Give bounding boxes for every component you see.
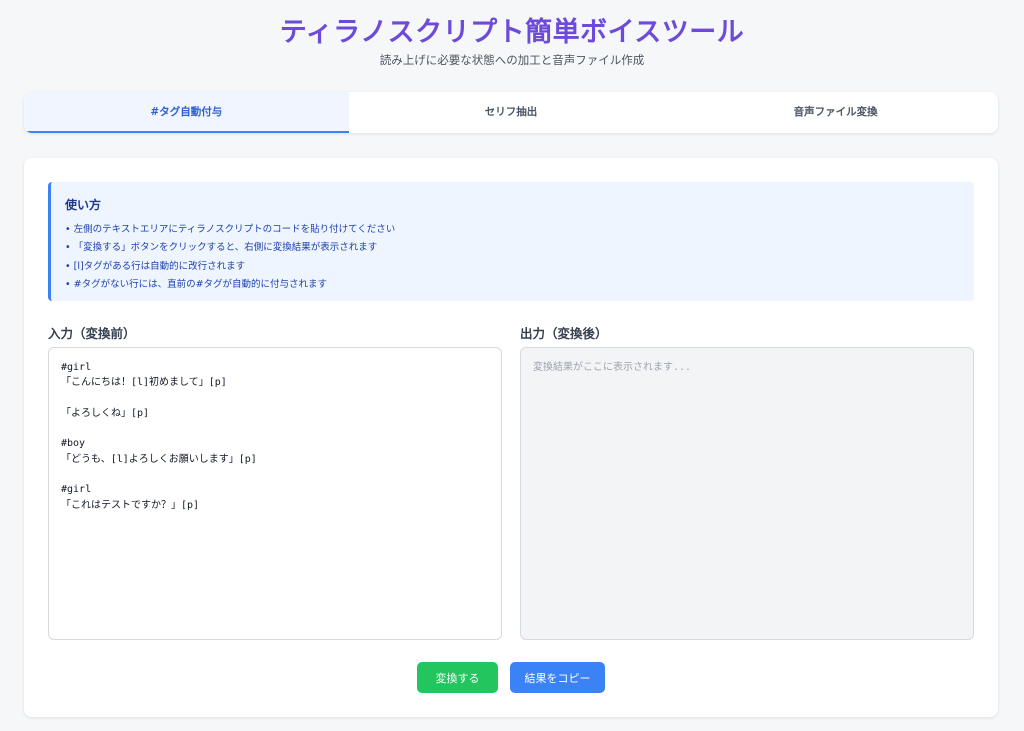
howto-item: • #タグがない行には、直前の#タグが自動的に付与されます xyxy=(65,278,328,290)
howto-item: • [l]タグがある行は自動的に改行されます xyxy=(65,260,246,272)
tab-auto-tag[interactable]: #タグ自動付与 xyxy=(24,92,349,133)
main-card: 使い方 • 左側のテキストエリアにティラノスクリプトのコードを貼り付けてください… xyxy=(24,158,998,717)
page-subtitle: 読み上げに必要な状態への加工と音声ファイル作成 xyxy=(379,53,645,67)
howto-title: 使い方 xyxy=(65,198,102,212)
input-textarea[interactable] xyxy=(48,347,502,640)
output-label: 出力（変換後） xyxy=(520,326,608,341)
input-label: 入力（変換前） xyxy=(48,326,136,341)
tab-bar: #タグ自動付与 セリフ抽出 音声ファイル変換 xyxy=(24,92,998,133)
tab-extract-lines[interactable]: セリフ抽出 xyxy=(349,92,674,133)
page-title: ティラノスクリプト簡単ボイスツール xyxy=(279,17,745,48)
tab-audio-convert[interactable]: 音声ファイル変換 xyxy=(673,92,998,133)
howto-list: • 左側のテキストエリアにティラノスクリプトのコードを貼り付けてください • 「… xyxy=(65,221,974,294)
convert-button[interactable]: 変換する xyxy=(417,662,498,693)
howto-item: • 左側のテキストエリアにティラノスクリプトのコードを貼り付けてください xyxy=(65,224,396,235)
output-textarea[interactable] xyxy=(520,347,974,640)
howto-item: • 「変換する」ボタンをクリックすると、右側に変換結果が表示されます xyxy=(65,242,378,254)
copy-result-button[interactable]: 結果をコピー xyxy=(510,662,605,693)
howto-box: 使い方 • 左側のテキストエリアにティラノスクリプトのコードを貼り付けてください… xyxy=(48,182,974,301)
